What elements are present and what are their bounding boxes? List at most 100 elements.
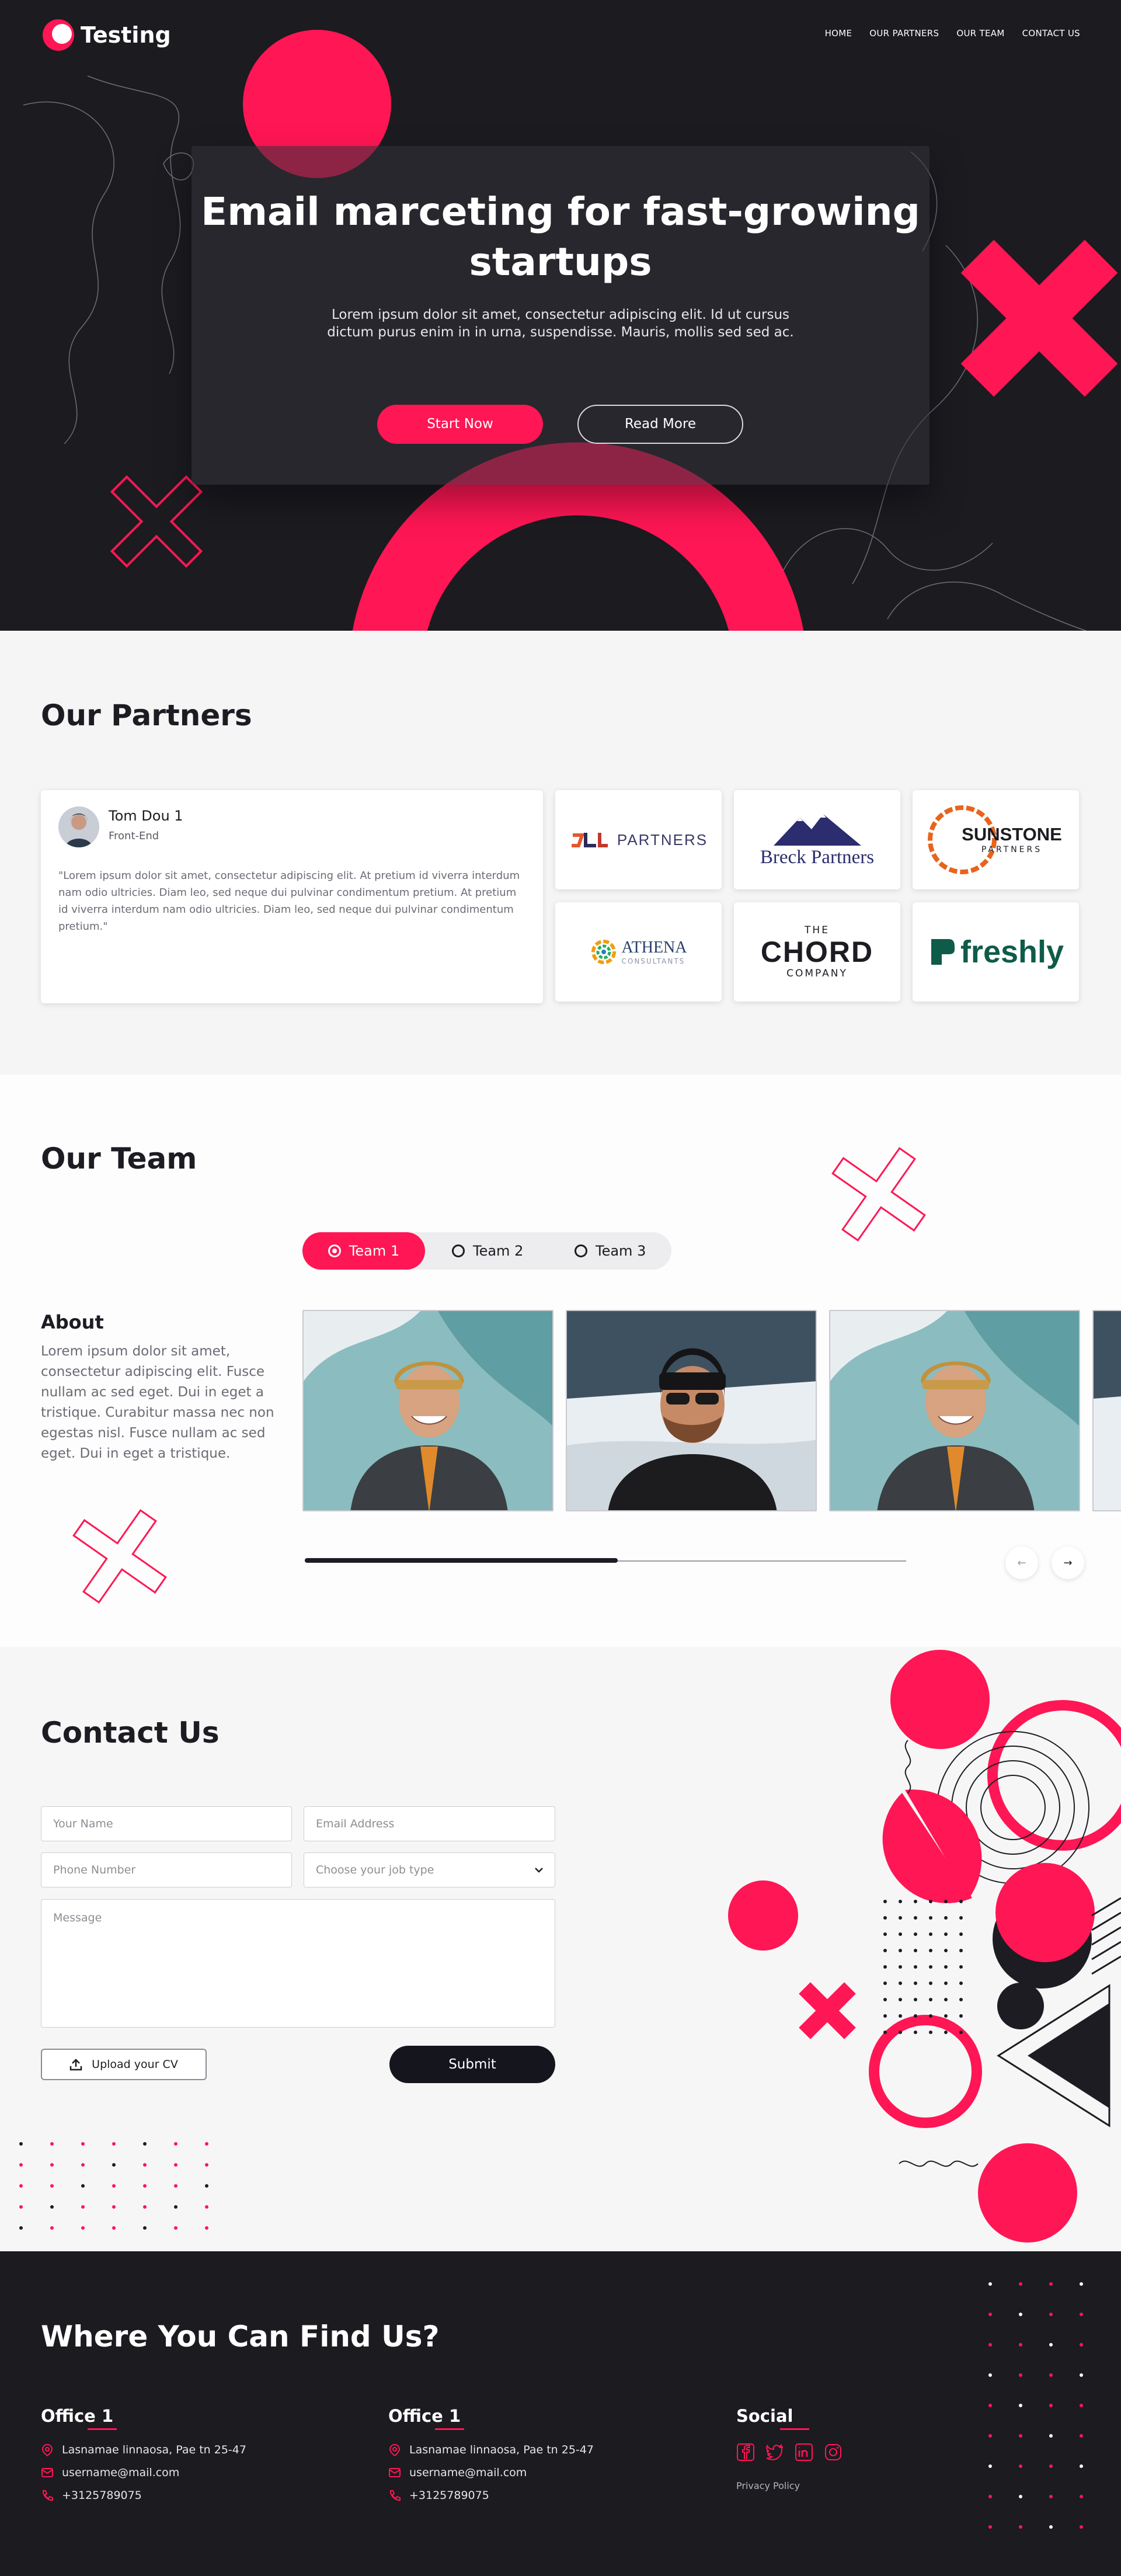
job-type-select[interactable]: Choose your job type [304, 1852, 555, 1887]
nav-home[interactable]: HOME [825, 28, 852, 39]
nav-our-partners[interactable]: OUR PARTNERS [869, 28, 939, 39]
main-nav: HOME OUR PARTNERS OUR TEAM CONTACT US [825, 28, 1080, 39]
message-textarea[interactable]: Message [41, 1899, 555, 2028]
freshly-logo-mark [931, 939, 955, 965]
tab-team-2-label: Team 2 [473, 1243, 524, 1259]
hero-section: Testing HOME OUR PARTNERS OUR TEAM CONTA… [0, 0, 1121, 631]
logo-icon [43, 19, 74, 51]
facebook-icon[interactable] [736, 2443, 755, 2462]
breck-logo-text: Breck Partners [760, 846, 875, 868]
about-text: Lorem ipsum dolor sit amet, consectetur … [41, 1344, 274, 1461]
contact-title: Contact Us [41, 1716, 220, 1750]
stl-logo-text: PARTNERS [617, 830, 708, 849]
nav-our-team[interactable]: OUR TEAM [956, 28, 1004, 39]
athena-logo-mark [591, 940, 616, 964]
social-links [736, 2443, 843, 2462]
chord-logo-text: CHORD [760, 936, 874, 968]
testimonial-role: Front-End [109, 830, 159, 842]
team-cross-decoration-left [72, 1509, 167, 1604]
team-member-photo[interactable] [1092, 1310, 1121, 1511]
linkedin-icon[interactable] [795, 2443, 813, 2462]
sunstone-logo-sub: PARTNERS [981, 845, 1043, 854]
privacy-policy-link[interactable]: Privacy Policy [736, 2480, 800, 2491]
hero-cross-shape [960, 239, 1118, 397]
location-pin-icon [41, 2443, 53, 2456]
start-now-button[interactable]: Start Now [377, 405, 543, 444]
partner-logo-stl[interactable]: PARTNERS [555, 790, 722, 889]
partners-title: Our Partners [41, 698, 252, 732]
location-pin-icon [389, 2443, 401, 2456]
testimonial-card: Tom Dou 1 Front-End "Lorem ipsum dolor s… [41, 790, 543, 1003]
partner-logo-breck[interactable]: Breck Partners [734, 790, 900, 889]
office-2-phone[interactable]: +3125789075 [388, 2489, 489, 2502]
office-2-heading: Office 1 [388, 2406, 464, 2430]
phone-input[interactable]: Phone Number [41, 1852, 292, 1887]
office-1-heading: Office 1 [41, 2406, 117, 2430]
tab-team-1-label: Team 1 [349, 1243, 400, 1259]
partner-logo-sunstone[interactable]: SUNSTONE PARTNERS [913, 790, 1079, 889]
slider-progress [305, 1558, 618, 1563]
phone-icon [389, 2490, 401, 2501]
prev-arrow-button[interactable]: ← [1005, 1546, 1038, 1579]
tab-team-3[interactable]: Team 3 [575, 1232, 668, 1270]
phone-icon [42, 2490, 53, 2501]
stl-logo-mark [571, 833, 608, 847]
nav-contact-us[interactable]: CONTACT US [1022, 28, 1080, 39]
office-1-email[interactable]: username@mail.com [41, 2466, 179, 2479]
footer-dot-grid [988, 2282, 1083, 2529]
office-2-email[interactable]: username@mail.com [388, 2466, 527, 2479]
brand-logo[interactable]: Testing [41, 18, 171, 53]
footer-title: Where You Can Find Us? [41, 2320, 440, 2353]
job-type-select-value: Choose your job type [316, 1864, 434, 1876]
hero-subtitle: Lorem ipsum dolor sit amet, consectetur … [327, 307, 794, 340]
testimonial-name: Tom Dou 1 [109, 808, 183, 824]
next-arrow-button[interactable]: → [1052, 1546, 1084, 1579]
team-member-photo[interactable] [566, 1310, 817, 1511]
footer-section [0, 2251, 1121, 2576]
upload-icon [69, 2059, 82, 2071]
testimonial-quote: "Lorem ipsum dolor sit amet, consectetur… [58, 870, 520, 933]
arrow-right-icon: → [1063, 1556, 1073, 1569]
team-cross-decoration [831, 1147, 926, 1242]
tab-team-2[interactable]: Team 2 [452, 1232, 557, 1270]
breck-mountain-icon [773, 814, 861, 846]
upload-cv-label: Upload your CV [92, 2058, 178, 2071]
office-2-address: Lasnamae linnaosa, Pae tn 25-47 [388, 2443, 594, 2456]
radio-selected-icon [328, 1244, 341, 1257]
partner-logo-athena[interactable]: ATHENA CONSULTANTS [555, 902, 722, 1002]
radio-icon [575, 1244, 587, 1257]
upload-cv-button[interactable]: Upload your CV [41, 2049, 207, 2080]
read-more-button[interactable]: Read More [577, 405, 743, 444]
partner-logo-freshly[interactable]: freshly [913, 902, 1079, 1002]
instagram-icon[interactable] [824, 2443, 843, 2462]
email-input[interactable]: Email Address [304, 1806, 555, 1841]
social-heading: Social [736, 2406, 809, 2430]
hero-ring-shape [352, 442, 804, 631]
partner-logo-chord[interactable]: THE CHORD COMPANY [734, 902, 900, 1002]
athena-logo-sub: CONSULTANTS [621, 957, 685, 965]
freshly-logo-text: freshly [960, 934, 1064, 969]
office-1-phone[interactable]: +3125789075 [41, 2489, 142, 2502]
chord-logo-pre: THE [805, 924, 830, 936]
sunstone-logo-text: SUNSTONE [962, 824, 1062, 844]
team-member-photo[interactable] [302, 1310, 553, 1511]
team-title: Our Team [41, 1142, 197, 1176]
chord-logo-sub: COMPANY [786, 968, 848, 979]
team-member-photo[interactable] [829, 1310, 1080, 1511]
mail-icon [41, 2468, 53, 2477]
twitter-icon[interactable] [765, 2443, 784, 2462]
tab-team-1[interactable]: Team 1 [302, 1232, 425, 1270]
hero-title: Email marceting for fast-growing startup… [201, 189, 920, 284]
athena-logo-text: ATHENA [621, 938, 687, 957]
team-tabs: Team 1 Team 2 Team 3 [302, 1232, 671, 1270]
contact-dot-grid [883, 1900, 963, 2034]
chevron-down-icon [535, 1868, 543, 1873]
name-input[interactable]: Your Name [41, 1806, 292, 1841]
mail-icon [389, 2468, 401, 2477]
avatar [58, 806, 99, 847]
office-1-address: Lasnamae linnaosa, Pae tn 25-47 [41, 2443, 246, 2456]
submit-button[interactable]: Submit [389, 2046, 555, 2083]
brand-name: Testing [81, 22, 171, 48]
about-title: About [41, 1311, 104, 1333]
arrow-left-icon: ← [1017, 1556, 1026, 1569]
